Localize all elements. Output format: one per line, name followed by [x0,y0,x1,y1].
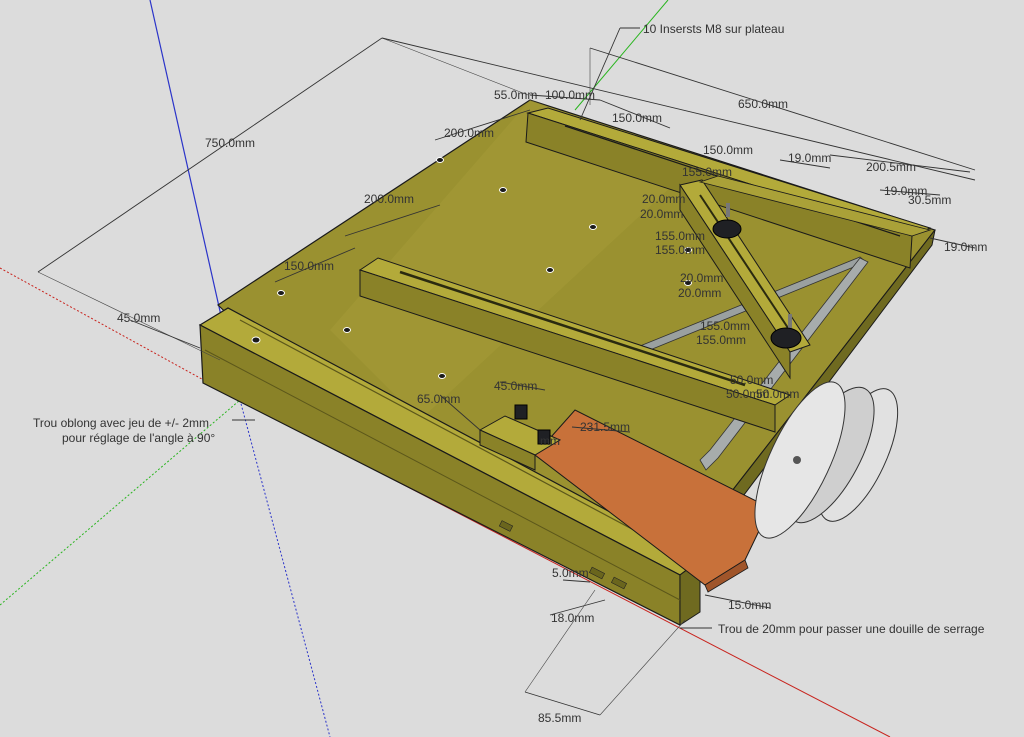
dim-155-a: 155.0mm [682,165,732,179]
dim-50-a: 50.0mm [730,373,773,387]
sketchup-viewport[interactable]: 750.0mm 650.0mm 55.0mm 100.0mm 150.0mm 1… [0,0,1024,737]
dim-45-mid: 45.0mm [494,379,537,393]
note-inserts: 10 Insersts M8 sur plateau [643,22,784,36]
dim-19-a: 19.0mm [788,151,831,165]
dim-200-a: 200.0mm [444,126,494,140]
dim-18: 18.0mm [551,611,594,625]
dim-20-a: 20.0mm [642,192,685,206]
dim-150-left: 150.0mm [284,259,334,273]
model-canvas[interactable]: 750.0mm 650.0mm 55.0mm 100.0mm 150.0mm 1… [0,0,1024,737]
dim-20-d: 20.0mm [678,286,721,300]
note-oblong-line1: Trou oblong avec jeu de +/- 2mm [33,416,209,430]
blue-axis-dotted [239,399,331,737]
dim-19-c: 19.0mm [944,240,987,254]
dim-30-5: 30.5mm [908,193,951,207]
clamp-knob[interactable] [514,404,528,420]
dim-15: 15.0mm [728,598,771,612]
dim-200-5: 200.5mm [866,160,916,174]
dim-155-d: 155.0mm [700,319,750,333]
dim-150-top: 150.0mm [612,111,662,125]
dim-20-b: 20.0mm [640,207,683,221]
dim-65: 65.0mm [417,392,460,406]
dim-650: 650.0mm [738,97,788,111]
dim-155-b: 155.0mm [655,229,705,243]
dim-50-c: 50.0mm [756,387,799,401]
dim-20-c: 20.0mm [680,271,723,285]
dim-clipped: mm [540,434,560,448]
dim-150-b: 150.0mm [703,143,753,157]
dim-5: 5.0mm [552,566,589,580]
dim-200-b: 200.0mm [364,192,414,206]
dim-231-5: 231.5mm [580,420,630,434]
dim-750: 750.0mm [205,136,255,150]
dim-55: 55.0mm [494,88,537,102]
dim-155-e: 155.0mm [696,333,746,347]
dim-100: 100.0mm [545,88,595,102]
dim-155-c: 155.0mm [655,243,705,257]
front-rail-hole-left [251,336,261,344]
note-oblong-line2: pour réglage de l'angle à 90° [62,431,215,445]
note-hole-20: Trou de 20mm pour passer une douille de … [718,622,985,636]
dim-45-left: 45.0mm [117,311,160,325]
dim-85-5: 85.5mm [538,711,581,725]
